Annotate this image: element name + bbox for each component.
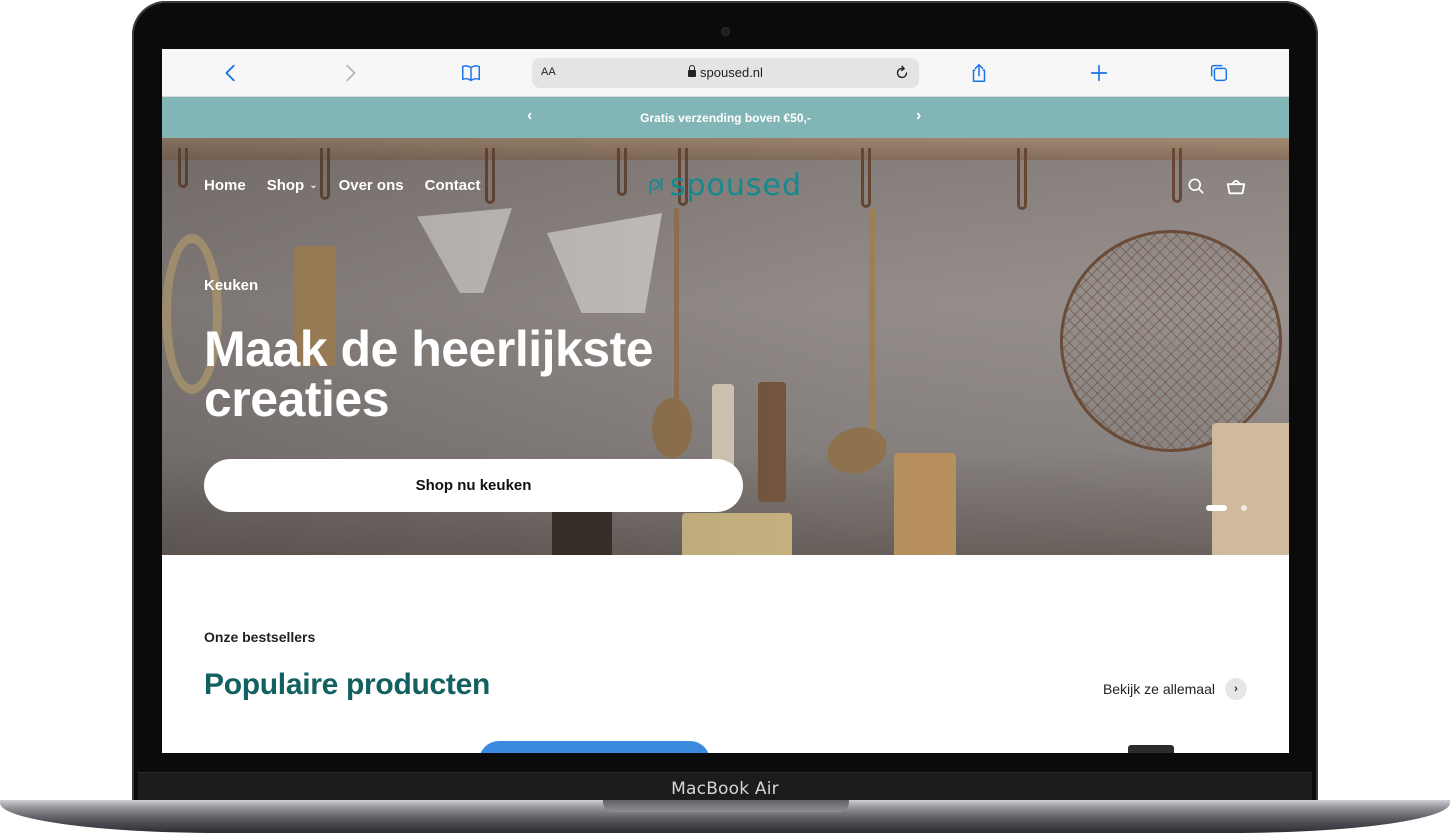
url-display: spoused.nl bbox=[532, 65, 919, 80]
address-bar[interactable]: AA spoused.nl bbox=[532, 58, 919, 88]
announcement-bar: ‹ Gratis verzending boven €50,- › bbox=[162, 97, 1289, 138]
hero-eyebrow: Keuken bbox=[204, 277, 259, 294]
forward-icon[interactable] bbox=[337, 60, 363, 86]
see-all-link[interactable]: Bekijk ze allemaal › bbox=[1103, 678, 1247, 700]
browser-screen: AA spoused.nl ‹ Gratis verzending boven … bbox=[162, 49, 1289, 753]
chevron-right-icon: › bbox=[1225, 678, 1247, 700]
nav-about-label: Over ons bbox=[338, 177, 404, 194]
nav-contact[interactable]: Contact bbox=[425, 177, 481, 194]
share-icon[interactable] bbox=[966, 60, 992, 86]
camera-icon bbox=[722, 28, 729, 35]
main-nav: Home Shop ⌄ Over ons Contact bbox=[204, 177, 480, 194]
nav-shop[interactable]: Shop ⌄ bbox=[267, 177, 318, 194]
chevron-down-icon: ⌄ bbox=[309, 180, 318, 191]
slide-dot[interactable] bbox=[1241, 505, 1247, 511]
device-brand-label: MacBook Air bbox=[671, 779, 779, 799]
browser-toolbar: AA spoused.nl bbox=[162, 49, 1289, 97]
site-logo[interactable]: spoused bbox=[648, 165, 802, 205]
header-actions bbox=[1185, 175, 1247, 197]
logo-wordmark: spoused bbox=[669, 167, 802, 203]
product-image-peek bbox=[479, 741, 710, 753]
nav-contact-label: Contact bbox=[424, 177, 481, 194]
hero-headline: Maak de heerlijkste creaties bbox=[204, 321, 654, 427]
new-tab-icon[interactable] bbox=[1086, 60, 1112, 86]
announcement-next-button[interactable]: › bbox=[916, 107, 921, 125]
back-icon[interactable] bbox=[218, 60, 244, 86]
laptop-notch bbox=[603, 800, 849, 812]
section-eyebrow: Onze bestsellers bbox=[204, 629, 316, 645]
bookmarks-icon[interactable] bbox=[458, 60, 484, 86]
url-text: spoused.nl bbox=[700, 65, 763, 80]
lock-icon bbox=[688, 65, 697, 77]
reload-icon[interactable] bbox=[891, 62, 913, 84]
nav-shop-label: Shop bbox=[266, 177, 305, 194]
announcement-text: Gratis verzending boven €50,- bbox=[640, 111, 811, 125]
product-image-peek bbox=[1128, 745, 1174, 753]
search-icon[interactable] bbox=[1185, 175, 1207, 197]
logo-mark-icon bbox=[649, 178, 663, 195]
nav-home[interactable]: Home bbox=[204, 177, 246, 194]
nav-home-label: Home bbox=[204, 177, 246, 194]
nav-about[interactable]: Over ons bbox=[339, 177, 404, 194]
tabs-icon[interactable] bbox=[1206, 60, 1232, 86]
basket-icon[interactable] bbox=[1225, 175, 1247, 197]
hero-banner: Home Shop ⌄ Over ons Contact spoused Keuk… bbox=[162, 138, 1289, 555]
slide-dot-active[interactable] bbox=[1206, 505, 1227, 511]
section-title: Populaire producten bbox=[204, 668, 490, 701]
slide-indicator bbox=[1206, 505, 1247, 511]
hero-cta-button[interactable]: Shop nu keuken bbox=[204, 459, 743, 512]
see-all-label: Bekijk ze allemaal bbox=[1102, 681, 1215, 697]
